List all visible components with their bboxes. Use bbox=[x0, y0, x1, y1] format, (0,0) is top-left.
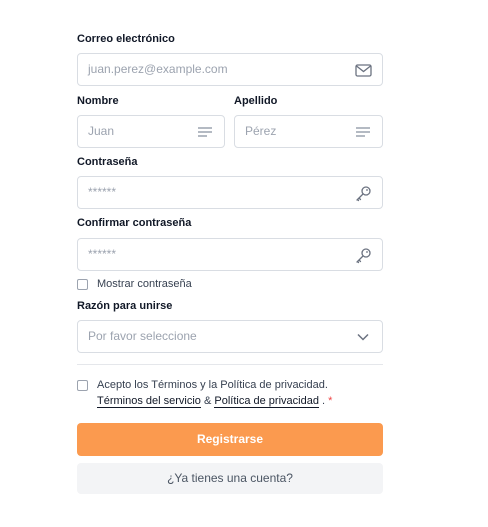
show-password-checkbox[interactable] bbox=[77, 279, 88, 290]
confirm-password-label: Confirmar contraseña bbox=[77, 217, 192, 229]
first-name-field[interactable]: Juan bbox=[77, 115, 225, 148]
terms-period: . bbox=[322, 395, 326, 407]
lines-icon bbox=[196, 123, 214, 141]
first-name-label: Nombre bbox=[77, 95, 119, 107]
divider bbox=[77, 364, 383, 365]
email-label: Correo electrónico bbox=[77, 33, 175, 45]
confirm-password-field[interactable]: ****** bbox=[77, 238, 383, 271]
reason-label: Razón para unirse bbox=[77, 300, 173, 312]
terms-of-service-link[interactable]: Términos del servicio bbox=[97, 395, 201, 408]
last-name-placeholder: Pérez bbox=[245, 124, 277, 138]
first-name-placeholder: Juan bbox=[88, 124, 115, 138]
email-placeholder: juan.perez@example.com bbox=[88, 62, 228, 76]
last-name-field[interactable]: Pérez bbox=[234, 115, 383, 148]
terms-checkbox[interactable] bbox=[77, 380, 88, 391]
terms-intro: Acepto los Términos y la Política de pri… bbox=[97, 379, 328, 391]
login-link-button[interactable]: ¿Ya tienes una cuenta? bbox=[77, 463, 383, 494]
password-placeholder: ****** bbox=[88, 185, 117, 199]
register-button[interactable]: Registrarse bbox=[77, 423, 383, 456]
terms-and: & bbox=[203, 395, 212, 407]
required-mark: * bbox=[328, 395, 333, 407]
key-icon[interactable] bbox=[354, 246, 372, 264]
email-field[interactable]: juan.perez@example.com bbox=[77, 53, 383, 86]
privacy-policy-link[interactable]: Política de privacidad bbox=[214, 395, 319, 408]
confirm-password-placeholder: ****** bbox=[88, 247, 117, 261]
reason-selected-value: Por favor seleccione bbox=[88, 329, 197, 343]
lines-icon bbox=[354, 123, 372, 141]
chevron-down-icon bbox=[354, 328, 372, 346]
password-label: Contraseña bbox=[77, 156, 138, 168]
reason-select[interactable]: Por favor seleccione bbox=[77, 320, 383, 353]
key-icon[interactable] bbox=[354, 184, 372, 202]
password-field[interactable]: ****** bbox=[77, 176, 383, 209]
mail-icon bbox=[354, 61, 372, 79]
show-password-label[interactable]: Mostrar contraseña bbox=[97, 278, 192, 290]
last-name-label: Apellido bbox=[234, 95, 278, 107]
terms-text: Acepto los Términos y la Política de pri… bbox=[97, 377, 375, 409]
